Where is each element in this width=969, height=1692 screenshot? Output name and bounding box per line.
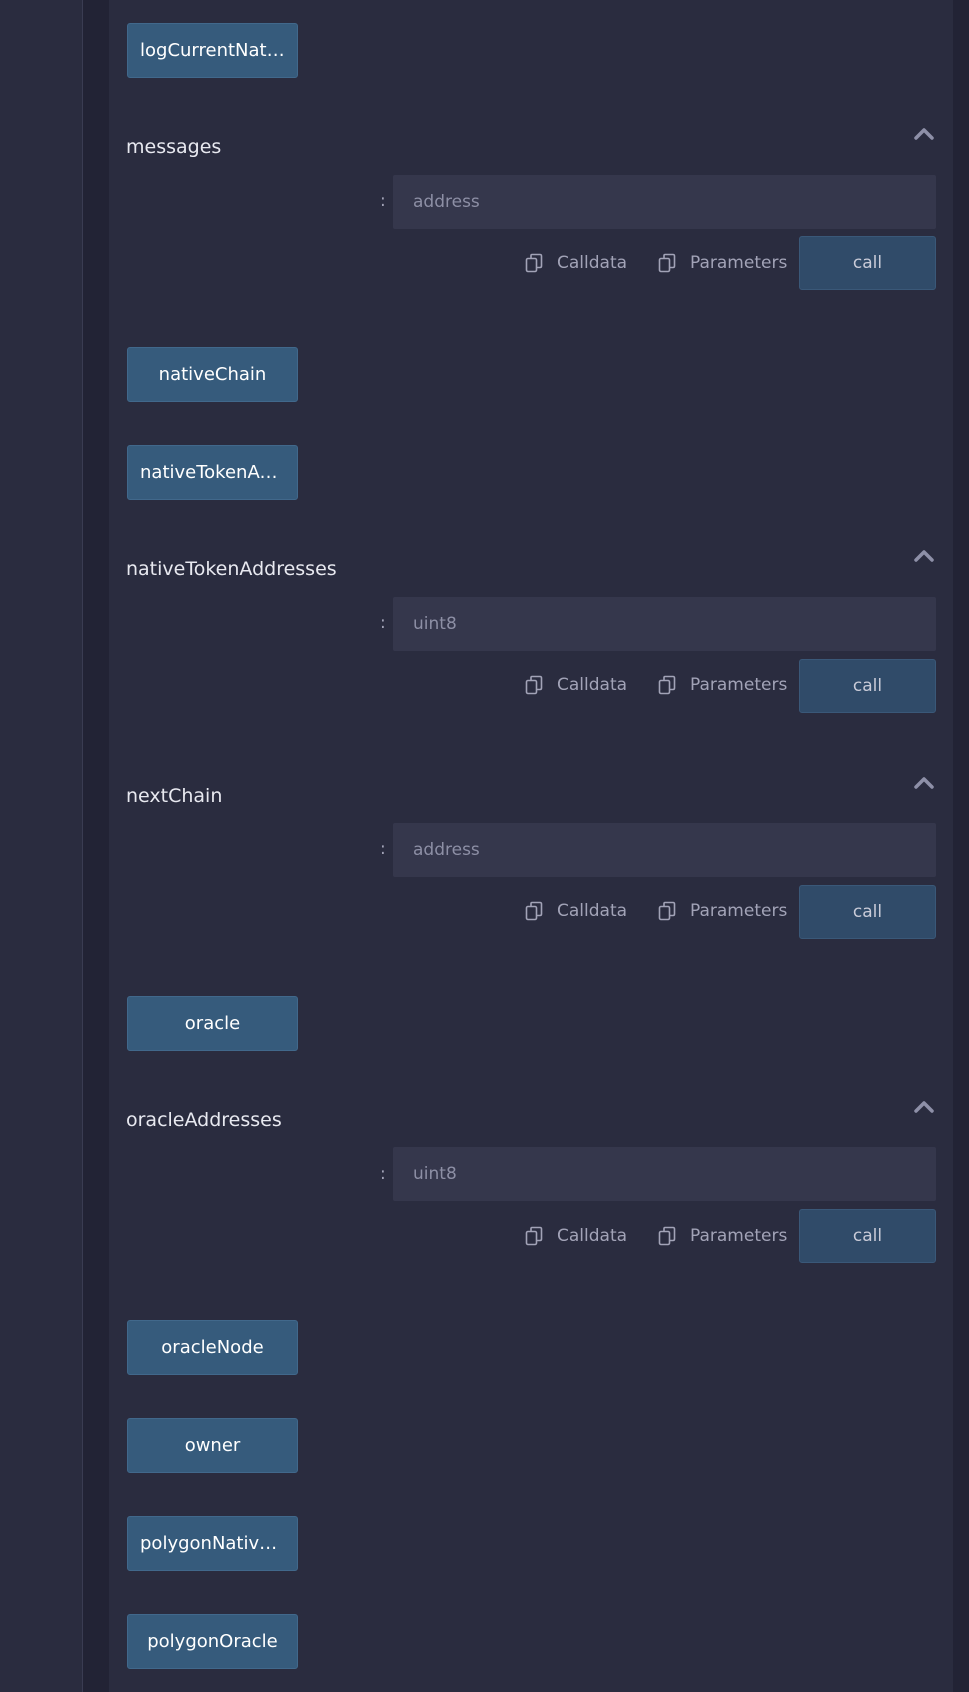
chevron-up-icon[interactable] xyxy=(913,1098,935,1114)
panel-gutter xyxy=(84,0,109,1692)
nextchain-param-input[interactable] xyxy=(393,823,936,877)
parameters-label: Parameters xyxy=(690,675,788,695)
param-colon: : xyxy=(380,839,386,859)
function-button-oracle[interactable]: oracle xyxy=(127,996,298,1051)
function-title-messages: messages xyxy=(126,136,222,158)
function-button-nativetokenad[interactable]: nativeTokenAd… xyxy=(127,445,298,500)
chevron-up-icon[interactable] xyxy=(913,125,935,141)
copy-calldata-button[interactable]: Calldata xyxy=(525,250,627,276)
copy-icon xyxy=(658,253,676,273)
param-colon: : xyxy=(380,1164,386,1184)
function-button-polygonnative[interactable]: polygonNative… xyxy=(127,1516,298,1571)
copy-parameters-button[interactable]: Parameters xyxy=(658,1223,787,1249)
chevron-up-icon[interactable] xyxy=(913,774,935,790)
call-button-messages[interactable]: call xyxy=(799,236,936,290)
copy-icon xyxy=(525,901,543,921)
copy-parameters-button[interactable]: Parameters xyxy=(658,898,787,924)
copy-icon xyxy=(525,675,543,695)
copy-calldata-button[interactable]: Calldata xyxy=(525,672,627,698)
parameters-label: Parameters xyxy=(690,901,788,921)
calldata-label: Calldata xyxy=(557,675,628,695)
copy-icon xyxy=(658,675,676,695)
nativetokenaddresses-param-input[interactable] xyxy=(393,597,936,651)
calldata-label: Calldata xyxy=(557,1226,628,1246)
call-button-nativetokenaddresses[interactable]: call xyxy=(799,659,936,713)
chevron-up-icon[interactable] xyxy=(913,547,935,563)
function-button-owner[interactable]: owner xyxy=(127,1418,298,1473)
function-title-oracleaddresses: oracleAddresses xyxy=(126,1109,282,1131)
param-colon: : xyxy=(380,191,386,211)
function-button-oraclenode[interactable]: oracleNode xyxy=(127,1320,298,1375)
copy-calldata-button[interactable]: Calldata xyxy=(525,1223,627,1249)
function-title-nativetokenaddresses: nativeTokenAddresses xyxy=(126,558,337,580)
function-button-polygonoracle[interactable]: polygonOracle xyxy=(127,1614,298,1669)
calldata-label: Calldata xyxy=(557,253,628,273)
parameters-label: Parameters xyxy=(690,1226,788,1246)
call-button-oracleaddresses[interactable]: call xyxy=(799,1209,936,1263)
copy-parameters-button[interactable]: Parameters xyxy=(658,250,787,276)
call-button-nextchain[interactable]: call xyxy=(799,885,936,939)
copy-calldata-button[interactable]: Calldata xyxy=(525,898,627,924)
copy-icon xyxy=(525,1226,543,1246)
copy-icon xyxy=(658,1226,676,1246)
calldata-label: Calldata xyxy=(557,901,628,921)
param-colon: : xyxy=(380,613,386,633)
right-gutter xyxy=(953,0,969,1692)
function-button-nativechain[interactable]: nativeChain xyxy=(127,347,298,402)
messages-param-input[interactable] xyxy=(393,175,936,229)
parameters-label: Parameters xyxy=(690,253,788,273)
function-button-logcurrentnati[interactable]: logCurrentNati… xyxy=(127,23,298,78)
copy-icon xyxy=(525,253,543,273)
oracleaddresses-param-input[interactable] xyxy=(393,1147,936,1201)
copy-icon xyxy=(658,901,676,921)
left-side-panel xyxy=(0,0,83,1692)
copy-parameters-button[interactable]: Parameters xyxy=(658,672,787,698)
function-title-nextchain: nextChain xyxy=(126,785,223,807)
